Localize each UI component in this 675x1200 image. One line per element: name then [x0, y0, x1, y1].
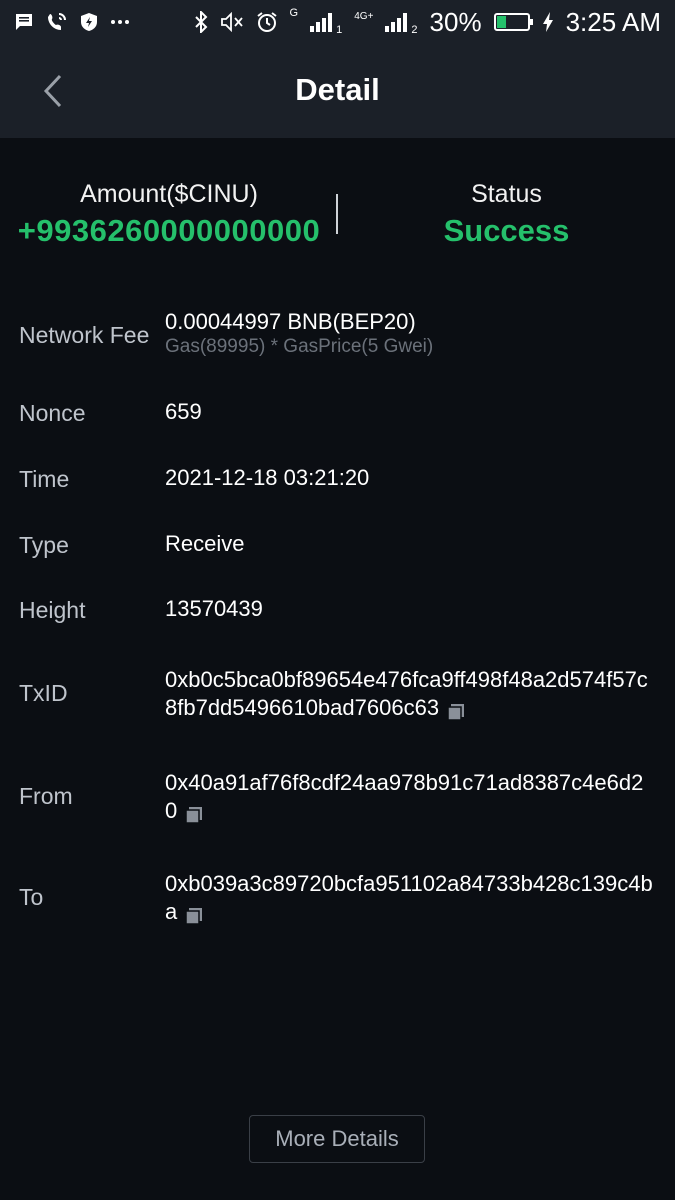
- battery-icon: [493, 13, 533, 31]
- network-type-4g: 4G+: [354, 10, 374, 22]
- copy-to-icon[interactable]: [185, 904, 203, 925]
- app-header: Detail: [0, 44, 675, 138]
- mute-icon: [220, 12, 244, 32]
- height-label: Height: [19, 597, 86, 623]
- clock-time: 3:25 AM: [565, 6, 661, 37]
- status-block: Status Success: [338, 180, 675, 249]
- signal-2-icon: [385, 12, 408, 32]
- type-value: Receive: [165, 531, 245, 556]
- signal-1-icon: [310, 12, 333, 32]
- status-bar: G 1 4G+ 2 30% 3:25 AM: [0, 0, 675, 44]
- txid-value-block: 0xb0c5bca0bf89654e476fca9ff498f48a2d574f…: [165, 666, 655, 722]
- bluetooth-icon: [194, 11, 208, 33]
- sim1-label: 1: [336, 24, 343, 36]
- to-label: To: [19, 884, 44, 910]
- copy-txid-icon[interactable]: [447, 700, 465, 721]
- network-fee-gas-detail: Gas(89995) * GasPrice(5 Gwei): [165, 336, 434, 357]
- amount-value: +9936260000000000: [17, 213, 321, 248]
- status-bar-left: [14, 11, 130, 33]
- time-value: 2021-12-18 03:21:20: [165, 465, 370, 490]
- more-notifications-icon: [110, 19, 130, 25]
- status-value: Success: [443, 213, 570, 248]
- transaction-summary: Amount($CINU) +9936260000000000 Status S…: [0, 170, 675, 260]
- from-address[interactable]: 0x40a91af76f8cdf24aa978b91c71ad8387c4e6d…: [165, 770, 643, 823]
- time-label: Time: [19, 466, 70, 492]
- nonce-value: 659: [165, 399, 202, 424]
- from-value-block: 0x40a91af76f8cdf24aa978b91c71ad8387c4e6d…: [165, 769, 655, 825]
- amount-block: Amount($CINU) +9936260000000000: [0, 180, 338, 249]
- status-bar-right: G 1 4G+ 2 30% 3:25 AM: [194, 7, 661, 38]
- network-fee-value-block: 0.00044997 BNB(BEP20) Gas(89995) * GasPr…: [165, 308, 655, 358]
- txid-label: TxID: [19, 680, 68, 706]
- status-label: Status: [471, 180, 542, 208]
- more-details-button[interactable]: More Details: [249, 1115, 425, 1163]
- shield-icon: [80, 12, 98, 32]
- wifi-calling-icon: [46, 11, 68, 33]
- to-address[interactable]: 0xb039a3c89720bcfa951102a84733b428c139c4…: [165, 871, 653, 924]
- alarm-icon: [256, 11, 278, 33]
- txid-value[interactable]: 0xb0c5bca0bf89654e476fca9ff498f48a2d574f…: [165, 667, 648, 720]
- nonce-label: Nonce: [19, 400, 86, 426]
- network-type-g: G: [289, 7, 299, 19]
- message-icon: [14, 12, 34, 32]
- sim2-label: 2: [411, 24, 418, 36]
- height-value: 13570439: [165, 596, 263, 621]
- network-fee-value: 0.00044997 BNB(BEP20): [165, 309, 416, 334]
- battery-percent: 30%: [429, 6, 482, 37]
- amount-label: Amount($CINU): [80, 180, 258, 208]
- to-value-block: 0xb039a3c89720bcfa951102a84733b428c139c4…: [165, 870, 655, 926]
- type-label: Type: [19, 532, 69, 558]
- network-fee-label: Network Fee: [19, 322, 150, 348]
- from-label: From: [19, 783, 73, 809]
- copy-from-icon[interactable]: [185, 803, 203, 824]
- page-title: Detail: [295, 72, 380, 107]
- charging-icon: [542, 11, 554, 33]
